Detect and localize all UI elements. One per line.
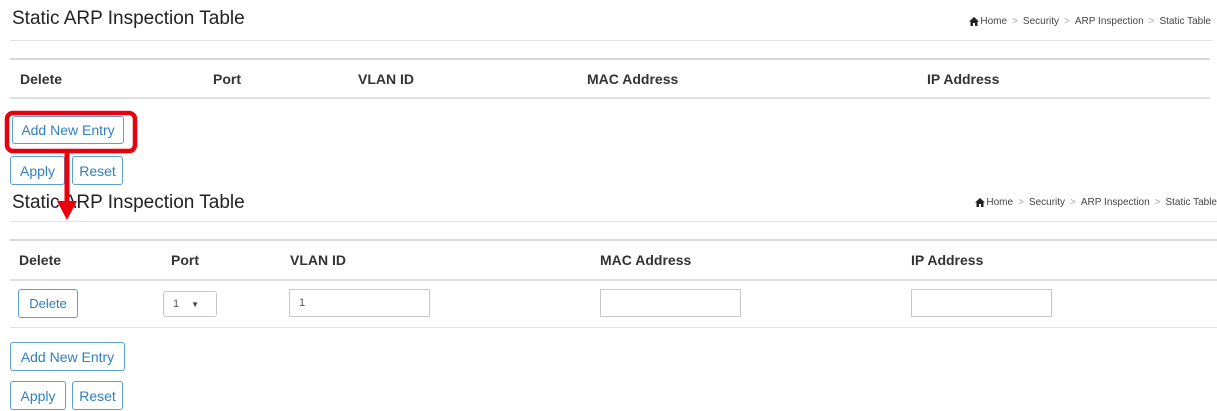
highlight-box [4,110,138,154]
annotation-overlay [4,110,138,220]
arrow-down-icon [57,201,77,220]
